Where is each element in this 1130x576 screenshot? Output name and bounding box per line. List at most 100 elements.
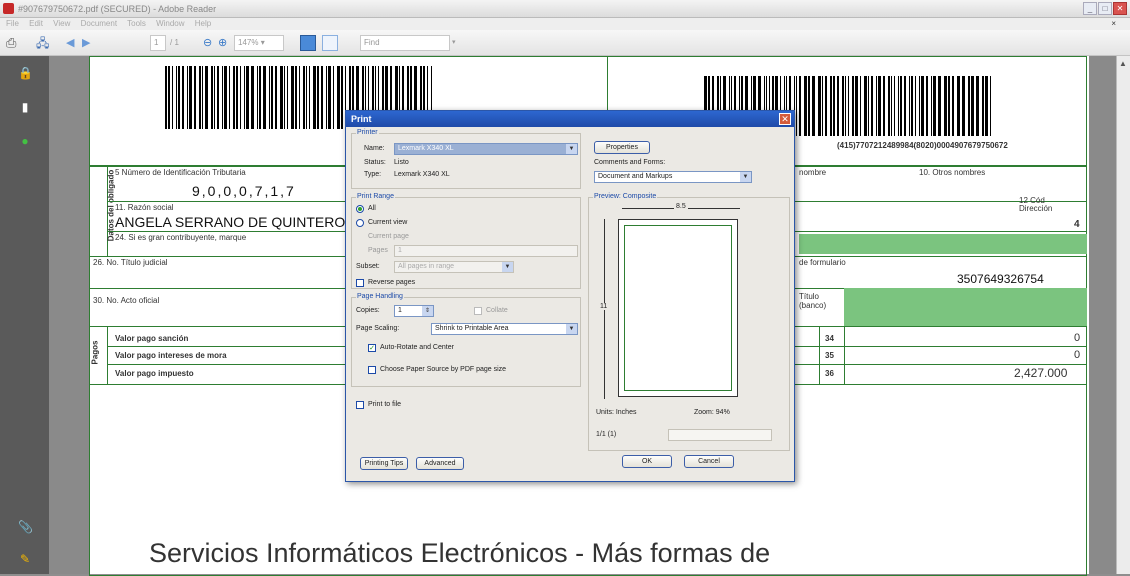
razon-social-value: ANGELA SERRANO DE QUINTERO xyxy=(115,214,346,230)
barcode-bar xyxy=(309,66,310,129)
barcode-bar xyxy=(217,66,219,129)
lock-icon[interactable]: 🔒 xyxy=(18,66,33,80)
attachments-icon[interactable]: 📎 xyxy=(18,520,33,534)
maximize-button[interactable]: □ xyxy=(1098,2,1112,15)
barcode-bar xyxy=(233,66,235,129)
comments-icon[interactable]: ✎ xyxy=(18,552,32,566)
ok-button[interactable]: OK xyxy=(622,455,672,468)
barcode-bar xyxy=(893,76,895,136)
barcode-bar xyxy=(306,66,307,129)
reverse-pages-checkbox[interactable] xyxy=(356,279,364,287)
printer-name-select[interactable]: Lexmark X340 XL ▼ xyxy=(394,143,578,155)
barcode-bar xyxy=(870,76,873,136)
range-pages-label: Pages xyxy=(368,247,388,254)
page-scaling-select[interactable]: Shrink to Printable Area ▼ xyxy=(431,323,578,335)
barcode-bar xyxy=(890,76,892,136)
navigation-pane: 🔒 ▮ ● 📎 ✎ xyxy=(0,56,49,574)
vertical-scrollbar[interactable]: ▲ xyxy=(1116,56,1130,574)
pago-impuesto-label: Valor pago impuesto xyxy=(115,369,194,378)
close-document-icon[interactable]: × xyxy=(1111,18,1116,30)
printer-name-value: Lexmark X340 XL xyxy=(398,145,454,152)
scroll-up-icon[interactable]: ▲ xyxy=(1119,59,1127,68)
barcode-bar xyxy=(888,76,890,136)
next-page-icon[interactable]: ▶ xyxy=(82,35,94,51)
barcode-bar xyxy=(280,66,283,129)
preview-width-value: 8.5 xyxy=(674,203,688,210)
menu-window[interactable]: Window xyxy=(156,19,184,28)
pago-impuesto-value: 2,427.000 xyxy=(1014,366,1068,380)
barcode-bar xyxy=(275,66,277,129)
minimize-button[interactable]: _ xyxy=(1083,2,1097,15)
seccional-value: 4 xyxy=(1074,219,1080,230)
acto-oficial-label: 30. No. Acto oficial xyxy=(93,296,160,305)
collate-checkbox[interactable] xyxy=(474,307,482,315)
pagos-label: Pagos xyxy=(90,340,100,365)
barcode-bar xyxy=(956,76,958,136)
green-band-2 xyxy=(844,288,1087,326)
barcode-bar xyxy=(951,76,954,136)
barcode-bar xyxy=(313,66,316,129)
range-current-view-radio[interactable] xyxy=(356,219,364,227)
copies-stepper[interactable]: 1 ⇕ xyxy=(394,305,434,317)
print-icon[interactable]: ⎙ xyxy=(6,35,22,51)
barcode-bar xyxy=(875,76,878,136)
barcode-bar xyxy=(284,66,285,129)
preview-page-slider[interactable] xyxy=(668,429,772,441)
printer-status-value: Listo xyxy=(394,159,409,166)
menu-file[interactable]: File xyxy=(6,19,19,28)
menu-help[interactable]: Help xyxy=(195,19,211,28)
find-dropdown-icon[interactable]: ▾ xyxy=(452,35,456,51)
barcode-bar xyxy=(222,66,223,129)
preview-height-value: 11 xyxy=(600,303,608,310)
print-to-file-checkbox[interactable] xyxy=(356,401,364,409)
choose-paper-checkbox[interactable] xyxy=(368,366,376,374)
menu-document[interactable]: Document xyxy=(81,19,117,28)
dialog-close-icon[interactable]: ✕ xyxy=(779,113,791,125)
find-input[interactable]: Find xyxy=(360,35,450,51)
zoom-out-icon[interactable]: ⊖ xyxy=(203,35,215,51)
printing-tips-button[interactable]: Printing Tips xyxy=(360,457,408,470)
pages-input[interactable]: 1 xyxy=(394,245,578,257)
auto-rotate-checkbox[interactable]: ✓ xyxy=(368,344,376,352)
copies-value: 1 xyxy=(398,307,402,314)
menu-edit[interactable]: Edit xyxy=(29,19,43,28)
zoom-in-icon[interactable]: ⊕ xyxy=(218,35,230,51)
zoom-select[interactable]: 147% ▾ xyxy=(234,35,284,51)
barcode-bar xyxy=(263,66,266,129)
close-window-button[interactable]: ✕ xyxy=(1113,2,1127,15)
previous-page-icon[interactable]: ◀ xyxy=(66,35,78,51)
menu-view[interactable]: View xyxy=(53,19,70,28)
subset-value: All pages in range xyxy=(398,263,455,270)
barcode-bar xyxy=(860,76,861,136)
properties-button[interactable]: Properties xyxy=(594,141,650,154)
comments-forms-select[interactable]: Document and Markups ▼ xyxy=(594,171,752,183)
barcode-bar xyxy=(189,66,192,129)
barcode-bar xyxy=(975,76,979,136)
barcode-bar xyxy=(224,66,227,129)
copies-label: Copies: xyxy=(356,307,380,314)
choose-paper-label: Choose Paper Source by PDF page size xyxy=(380,366,507,373)
barcode-bar xyxy=(968,76,970,136)
barcode-bar xyxy=(246,66,249,129)
direccion-label: Dirección xyxy=(1019,204,1053,213)
advanced-button[interactable]: Advanced xyxy=(416,457,464,470)
adobe-reader-icon xyxy=(3,3,14,14)
fit-page-icon[interactable] xyxy=(300,35,316,51)
signatures-icon[interactable]: ● xyxy=(18,134,32,148)
subset-select[interactable]: All pages in range ▼ xyxy=(394,261,514,273)
barcode-bar xyxy=(836,76,839,136)
zoom-value: 147% xyxy=(238,38,259,47)
menu-tools[interactable]: Tools xyxy=(127,19,146,28)
range-all-radio[interactable] xyxy=(356,205,364,213)
barcode-bar xyxy=(804,76,808,136)
cancel-button[interactable]: Cancel xyxy=(684,455,734,468)
pages-icon[interactable]: ▮ xyxy=(18,100,32,114)
fit-width-icon[interactable] xyxy=(322,35,338,51)
window-controls: _ □ ✕ xyxy=(1083,2,1127,15)
barcode-bar xyxy=(187,66,188,129)
page-number-input[interactable]: 1 xyxy=(150,35,166,51)
barcode-bar xyxy=(844,76,846,136)
attach-icon[interactable]: 🖧 xyxy=(36,35,56,51)
printer-type-value: Lexmark X340 XL xyxy=(394,171,450,178)
barcode-bar xyxy=(904,76,907,136)
